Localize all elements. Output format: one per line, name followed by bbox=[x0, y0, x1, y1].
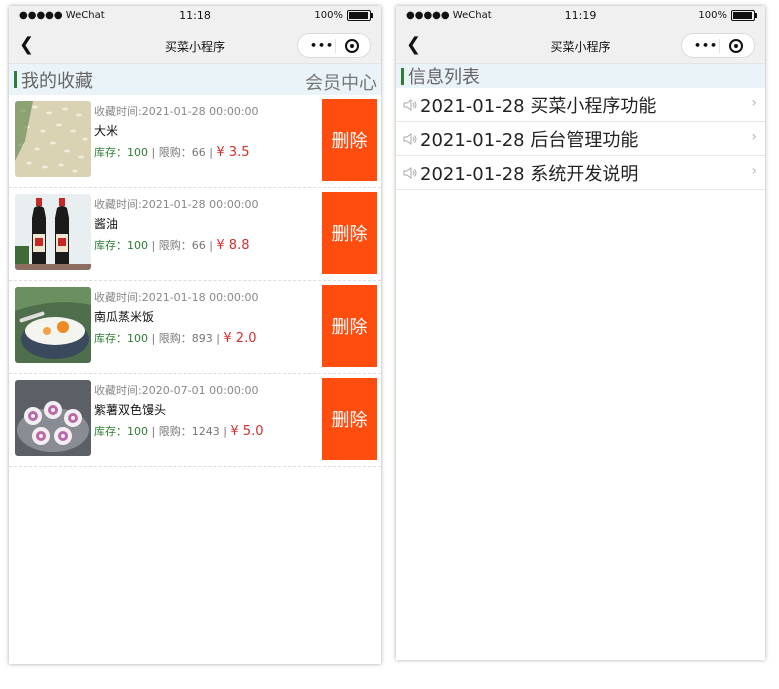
info-title[interactable]: 2021-01-28 系统开发说明 bbox=[420, 160, 638, 186]
delete-button[interactable]: 删除 bbox=[322, 99, 377, 181]
battery-status: 100% bbox=[698, 10, 757, 21]
product-meta: 库存：100 | 限购：66 | ¥ 8.8 bbox=[94, 238, 250, 253]
favorite-item[interactable]: 收藏时间:2021-01-28 00:00:00 酱油 库存：100 | 限购：… bbox=[9, 188, 381, 281]
status-bar: ●●●●● WeChat 11:18 100% bbox=[9, 6, 381, 28]
product-meta: 库存：100 | 限购：893 | ¥ 2.0 bbox=[94, 331, 257, 346]
info-row[interactable]: 2021-01-28 系统开发说明 › bbox=[396, 156, 765, 190]
info-row[interactable]: 2021-01-28 后台管理功能 › bbox=[396, 122, 765, 156]
battery-percent: 100% bbox=[698, 10, 727, 21]
battery-percent: 100% bbox=[314, 10, 343, 21]
favorite-item[interactable]: 收藏时间:2021-01-28 00:00:00 大米 库存：100 | 限购：… bbox=[9, 95, 381, 188]
nav-bar: ❮ 买菜小程序 ••• bbox=[9, 28, 381, 64]
delete-button[interactable]: 删除 bbox=[322, 285, 377, 367]
limit-label: 限购：66 bbox=[158, 146, 206, 159]
info-list-header: 信息列表 bbox=[396, 64, 765, 88]
more-dots-icon[interactable]: ••• bbox=[694, 39, 718, 52]
chevron-right-icon: › bbox=[751, 163, 757, 179]
price-label: ¥ 5.0 bbox=[230, 424, 264, 439]
speaker-icon bbox=[403, 98, 417, 111]
stock-label: 库存：100 bbox=[94, 146, 148, 159]
stock-label: 库存：100 bbox=[94, 239, 148, 252]
product-name[interactable]: 大米 bbox=[94, 122, 118, 139]
left-phone-screen: ●●●●● WeChat 11:18 100% ❮ 买菜小程序 ••• 我的收藏… bbox=[9, 6, 381, 664]
info-title[interactable]: 2021-01-28 后台管理功能 bbox=[420, 126, 638, 152]
delete-button[interactable]: 删除 bbox=[322, 378, 377, 460]
pumpkin-rice-bowl-image[interactable] bbox=[15, 287, 91, 363]
favorite-time: 收藏时间:2020-07-01 00:00:00 bbox=[94, 384, 259, 397]
speaker-icon bbox=[403, 132, 417, 145]
mini-program-capsule: ••• bbox=[297, 33, 371, 58]
price-label: ¥ 2.0 bbox=[223, 331, 257, 346]
stock-label: 库存：100 bbox=[94, 425, 148, 438]
nav-bar: ❮ 买菜小程序 ••• bbox=[396, 28, 765, 64]
favorites-list: 收藏时间:2021-01-28 00:00:00 大米 库存：100 | 限购：… bbox=[9, 95, 381, 467]
close-target-icon[interactable] bbox=[345, 39, 359, 53]
favorites-title: 我的收藏 bbox=[21, 70, 93, 92]
purple-potato-buns-image[interactable] bbox=[15, 380, 91, 456]
chevron-right-icon: › bbox=[751, 95, 757, 111]
favorite-time: 收藏时间:2021-01-18 00:00:00 bbox=[94, 291, 259, 304]
favorite-time: 收藏时间:2021-01-28 00:00:00 bbox=[94, 105, 259, 118]
product-meta: 库存：100 | 限购：1243 | ¥ 5.0 bbox=[94, 424, 264, 439]
product-name[interactable]: 南瓜蒸米饭 bbox=[94, 308, 154, 325]
info-row[interactable]: 2021-01-28 买菜小程序功能 › bbox=[396, 88, 765, 122]
delete-button[interactable]: 删除 bbox=[322, 192, 377, 274]
close-target-icon[interactable] bbox=[729, 39, 743, 53]
favorite-item[interactable]: 收藏时间:2021-01-18 00:00:00 南瓜蒸米饭 库存：100 | … bbox=[9, 281, 381, 374]
battery-status: 100% bbox=[314, 10, 373, 21]
chevron-right-icon: › bbox=[751, 129, 757, 145]
favorites-header: 我的收藏 会员中心 bbox=[9, 64, 381, 95]
limit-label: 限购：66 bbox=[158, 239, 206, 252]
right-phone-screen: ●●●●● WeChat 11:19 100% ❮ 买菜小程序 ••• 信息列表… bbox=[396, 6, 765, 660]
soy-sauce-bottles-image[interactable] bbox=[15, 194, 91, 270]
more-dots-icon[interactable]: ••• bbox=[310, 39, 334, 52]
capsule-divider bbox=[719, 39, 720, 53]
section-accent-bar bbox=[14, 71, 17, 88]
stock-label: 库存：100 bbox=[94, 332, 148, 345]
member-center-link[interactable]: 会员中心 bbox=[305, 69, 377, 95]
product-name[interactable]: 紫薯双色馒头 bbox=[94, 401, 166, 418]
capsule-divider bbox=[335, 39, 336, 53]
info-list: 2021-01-28 买菜小程序功能 › 2021-01-28 后台管理功能 ›… bbox=[396, 88, 765, 190]
favorite-time: 收藏时间:2021-01-28 00:00:00 bbox=[94, 198, 259, 211]
mini-program-capsule: ••• bbox=[681, 33, 755, 58]
limit-label: 限购：1243 bbox=[158, 425, 220, 438]
speaker-icon bbox=[403, 166, 417, 179]
price-label: ¥ 3.5 bbox=[216, 145, 250, 160]
info-list-title: 信息列表 bbox=[408, 67, 480, 88]
price-label: ¥ 8.8 bbox=[216, 238, 250, 253]
info-title[interactable]: 2021-01-28 买菜小程序功能 bbox=[420, 92, 656, 118]
status-bar: ●●●●● WeChat 11:19 100% bbox=[396, 6, 765, 28]
limit-label: 限购：893 bbox=[158, 332, 213, 345]
rice-grains-image[interactable] bbox=[15, 101, 91, 177]
product-meta: 库存：100 | 限购：66 | ¥ 3.5 bbox=[94, 145, 250, 160]
product-name[interactable]: 酱油 bbox=[94, 215, 118, 232]
battery-icon bbox=[347, 10, 373, 21]
favorite-item[interactable]: 收藏时间:2020-07-01 00:00:00 紫薯双色馒头 库存：100 |… bbox=[9, 374, 381, 467]
section-accent-bar bbox=[401, 67, 404, 85]
battery-icon bbox=[731, 10, 757, 21]
